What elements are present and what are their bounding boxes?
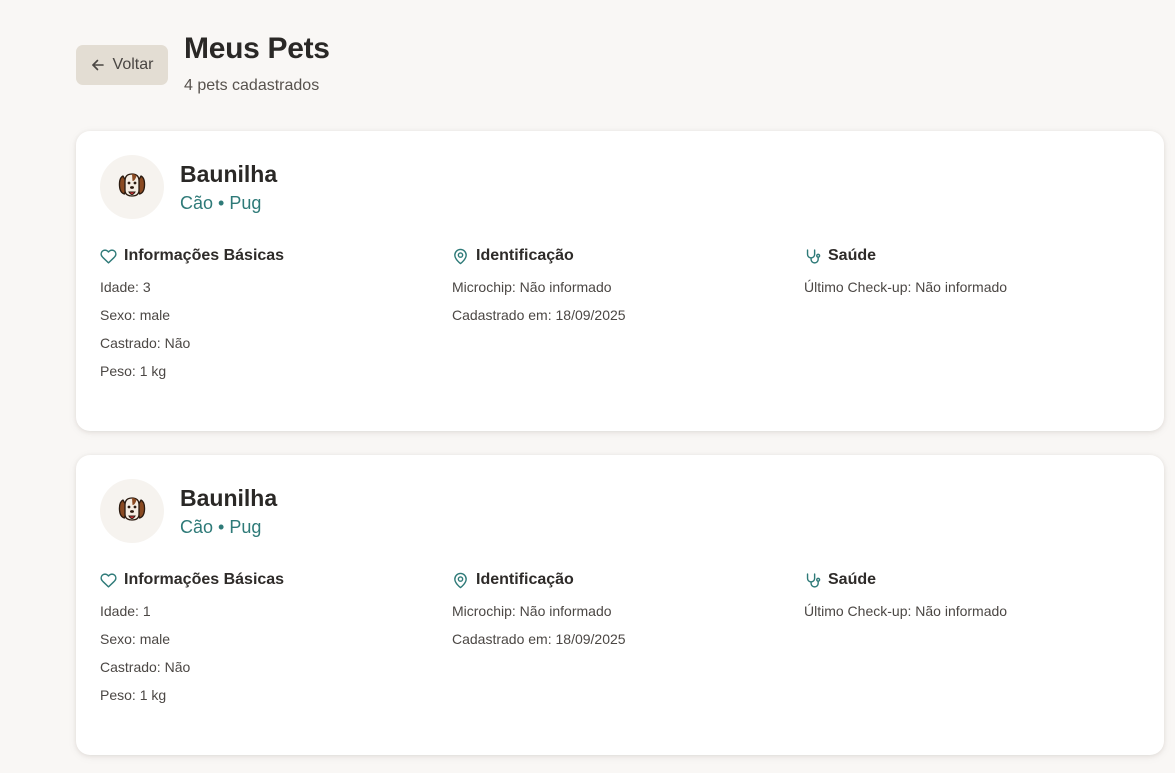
identification-heading: Identificação <box>452 245 804 267</box>
pet-last-checkup: Último Check-up: Não informado <box>804 603 1008 619</box>
health-heading: Saúde <box>804 569 1156 591</box>
pet-neutered: Castrado: Não <box>100 659 191 675</box>
basic-info-heading: Informações Básicas <box>100 569 452 591</box>
pet-registered-date: Cadastrado em: 18/09/2025 <box>452 631 626 647</box>
pet-species-breed: Cão • Pug <box>180 517 262 537</box>
pet-name: Baunilha <box>180 485 278 511</box>
pet-title-block: Baunilha Cão • Pug <box>180 484 277 538</box>
pet-neutered: Castrado: Não <box>100 335 191 351</box>
pet-info-sections: Informações Básicas Idade: 1 Sexo: male … <box>100 569 1156 714</box>
basic-info-heading: Informações Básicas <box>100 245 452 267</box>
pet-info-sections: Informações Básicas Idade: 3 Sexo: male … <box>100 245 1156 390</box>
pet-age: Idade: 1 <box>100 603 151 619</box>
basic-info-list: Idade: 1 Sexo: male Castrado: Não Peso: … <box>100 602 452 714</box>
pet-card-header: Baunilha Cão • Pug <box>100 155 277 219</box>
pet-name: Baunilha <box>180 161 278 187</box>
identification-section: Identificação Microchip: Não informado C… <box>452 569 804 714</box>
identification-section: Identificação Microchip: Não informado C… <box>452 245 804 390</box>
back-button-label: Voltar <box>112 56 154 73</box>
heart-icon <box>100 248 117 265</box>
dog-icon <box>116 169 148 206</box>
pet-title-block: Baunilha Cão • Pug <box>180 160 277 214</box>
page-title: Meus Pets <box>184 32 330 65</box>
page-subtitle: 4 pets cadastrados <box>184 77 320 94</box>
pet-microchip: Microchip: Não informado <box>452 279 612 295</box>
pet-card[interactable]: Baunilha Cão • Pug Informações Básicas I… <box>76 455 1164 755</box>
stethoscope-icon <box>804 248 821 265</box>
health-list: Último Check-up: Não informado <box>804 602 1156 630</box>
pet-registered-date: Cadastrado em: 18/09/2025 <box>452 307 626 323</box>
pet-age: Idade: 3 <box>100 279 151 295</box>
identification-heading: Identificação <box>452 569 804 591</box>
title-block: Meus Pets 4 pets cadastrados <box>184 30 330 96</box>
pet-microchip: Microchip: Não informado <box>452 603 612 619</box>
page-header: Voltar Meus Pets 4 pets cadastrados <box>76 30 330 96</box>
identification-list: Microchip: Não informado Cadastrado em: … <box>452 602 804 658</box>
health-section: Saúde Último Check-up: Não informado <box>804 245 1156 390</box>
health-section: Saúde Último Check-up: Não informado <box>804 569 1156 714</box>
pet-species-breed: Cão • Pug <box>180 193 262 213</box>
basic-info-section: Informações Básicas Idade: 3 Sexo: male … <box>100 245 452 390</box>
dog-icon <box>116 493 148 530</box>
map-pin-icon <box>452 572 469 589</box>
health-heading: Saúde <box>804 245 1156 267</box>
pet-card[interactable]: Baunilha Cão • Pug Informações Básicas I… <box>76 131 1164 431</box>
pets-page: Voltar Meus Pets 4 pets cadastrados Baun… <box>0 0 1175 773</box>
pet-card-header: Baunilha Cão • Pug <box>100 479 277 543</box>
pet-avatar <box>100 155 164 219</box>
pet-last-checkup: Último Check-up: Não informado <box>804 279 1008 295</box>
pet-sex: Sexo: male <box>100 631 171 647</box>
basic-info-section: Informações Básicas Idade: 1 Sexo: male … <box>100 569 452 714</box>
health-list: Último Check-up: Não informado <box>804 278 1156 306</box>
arrow-left-icon <box>91 58 105 72</box>
stethoscope-icon <box>804 572 821 589</box>
basic-info-list: Idade: 3 Sexo: male Castrado: Não Peso: … <box>100 278 452 390</box>
heart-icon <box>100 572 117 589</box>
pet-weight: Peso: 1 kg <box>100 363 167 379</box>
pet-sex: Sexo: male <box>100 307 171 323</box>
pet-avatar <box>100 479 164 543</box>
map-pin-icon <box>452 248 469 265</box>
back-button[interactable]: Voltar <box>76 45 168 85</box>
identification-list: Microchip: Não informado Cadastrado em: … <box>452 278 804 334</box>
pet-weight: Peso: 1 kg <box>100 687 167 703</box>
